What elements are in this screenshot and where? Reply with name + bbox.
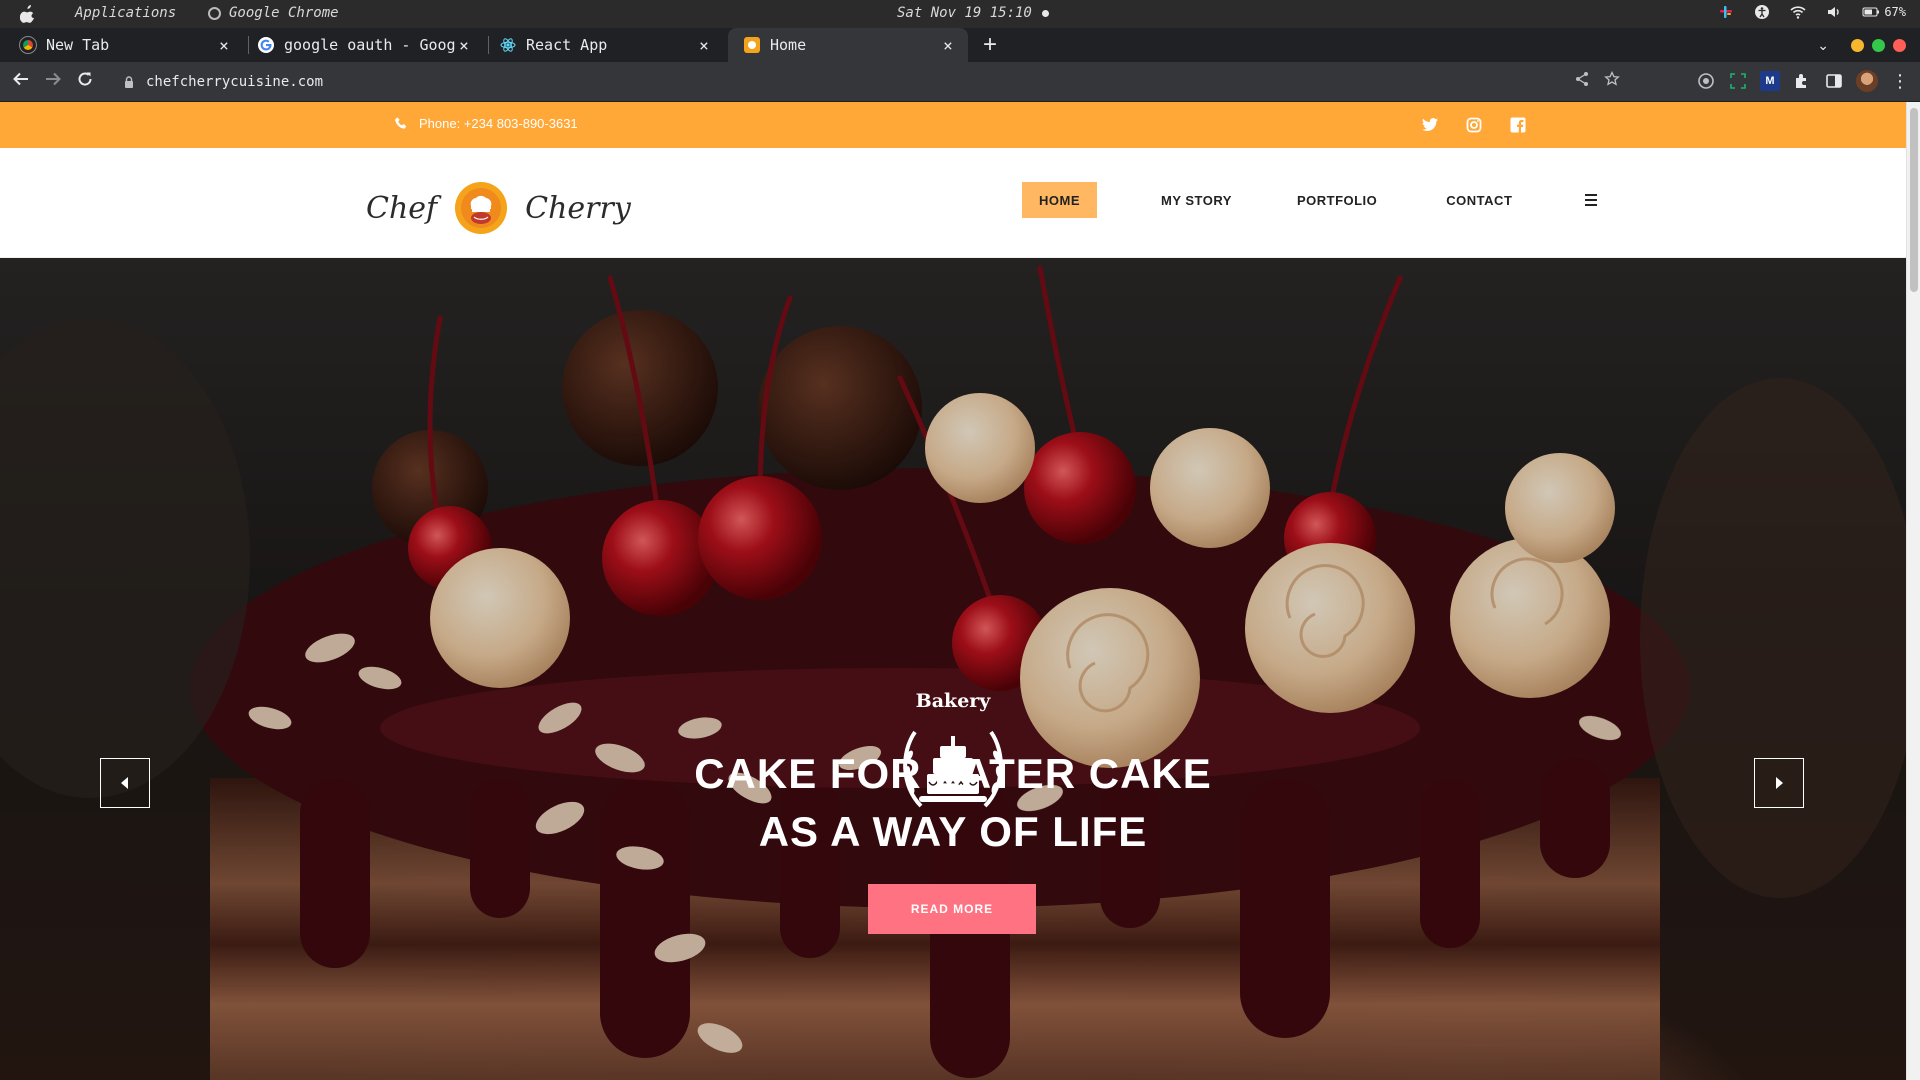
new-tab-button[interactable]: +: [976, 31, 1004, 59]
close-tab-icon[interactable]: ×: [696, 36, 712, 55]
social-links: [1420, 115, 1528, 135]
forward-arrow-icon: [46, 72, 61, 86]
scrollbar-thumb[interactable]: [1910, 108, 1918, 292]
page-scrollbar[interactable]: [1906, 102, 1920, 1080]
maximize-button[interactable]: [1872, 39, 1885, 52]
hamburger-menu-icon[interactable]: [1585, 192, 1605, 208]
twitter-icon: [1422, 118, 1438, 132]
nav-my-story[interactable]: MY STORY: [1144, 182, 1249, 218]
os-menu-bar: Applications Google Chrome Sat Nov 19 15…: [0, 0, 1920, 28]
site-header: Chef Cherry HOME MY STORY PORTFOLIO CONT…: [0, 148, 1906, 258]
close-tab-icon[interactable]: ×: [940, 36, 956, 55]
profile-avatar[interactable]: [1856, 70, 1878, 92]
tab-title: New Tab: [46, 36, 110, 54]
logo-text-right: Cherry: [525, 190, 631, 226]
forward-button[interactable]: [41, 70, 65, 94]
target-extension-icon[interactable]: [1696, 71, 1716, 91]
nav-portfolio[interactable]: PORTFOLIO: [1280, 182, 1394, 218]
active-app-menu[interactable]: Google Chrome: [208, 5, 339, 21]
reload-icon: [78, 72, 92, 86]
instagram-icon: [1466, 117, 1482, 133]
slack-icon[interactable]: [1718, 4, 1734, 20]
phone-info[interactable]: Phone: +234 803-890-3631: [394, 116, 578, 131]
google-icon: [258, 37, 274, 53]
back-arrow-icon: [13, 72, 28, 86]
volume-icon[interactable]: [1826, 4, 1842, 20]
hero-slider: Bakery CAKE FOR LATER CAKE AS A WAY OF L…: [0, 258, 1906, 1080]
lock-icon[interactable]: [122, 75, 136, 89]
window-controls: ⌄: [1817, 37, 1906, 54]
tab-title: React App: [526, 36, 608, 54]
tab-home[interactable]: Home ×: [728, 28, 968, 62]
m-extension-icon[interactable]: M: [1760, 71, 1780, 91]
phone-icon: [394, 117, 407, 129]
toolbar: chefcherrycuisine.com M ⋮: [0, 62, 1920, 102]
clock-text: Sat Nov 19 15:10: [897, 5, 1032, 21]
chrome-menu-icon[interactable]: ⋮: [1890, 71, 1910, 91]
applications-menu[interactable]: Applications: [75, 5, 176, 21]
address-bar[interactable]: chefcherrycuisine.com: [110, 67, 1620, 97]
tab-title: Home: [770, 36, 807, 54]
site-logo[interactable]: Chef Cherry: [366, 182, 631, 234]
caret-left-icon: [121, 777, 128, 789]
close-tab-icon[interactable]: ×: [216, 36, 232, 55]
screen-capture-extension-icon[interactable]: [1728, 71, 1748, 91]
close-tab-icon[interactable]: ×: [456, 36, 472, 55]
logo-text-left: Chef: [366, 190, 438, 226]
tab-search-icon[interactable]: ⌄: [1817, 37, 1829, 54]
tab-title: google oauth - Goog: [284, 36, 456, 54]
react-atom-icon: [500, 38, 516, 52]
contact-topbar: Phone: +234 803-890-3631: [0, 102, 1906, 148]
minimize-button[interactable]: [1851, 39, 1864, 52]
twitter-link[interactable]: [1420, 115, 1440, 135]
google-g-icon: [260, 39, 272, 51]
react-icon: [500, 37, 516, 53]
page-viewport: Phone: +234 803-890-3631 Chef Cherry HOM…: [0, 102, 1920, 1080]
read-more-button[interactable]: READ MORE: [868, 884, 1036, 934]
nav-home[interactable]: HOME: [1022, 182, 1097, 218]
slider-prev-button[interactable]: [100, 758, 150, 808]
chef-hat-icon: [461, 188, 502, 228]
slider-next-button[interactable]: [1754, 758, 1804, 808]
battery-indicator[interactable]: 67%: [1862, 4, 1906, 20]
tab-new-tab[interactable]: New Tab ×: [4, 28, 244, 62]
phone-text: Phone: +234 803-890-3631: [419, 116, 578, 131]
extensions-puzzle-icon[interactable]: [1792, 71, 1812, 91]
clock[interactable]: Sat Nov 19 15:10: [897, 5, 1049, 21]
site-favicon-icon: [744, 37, 760, 53]
hero-overlay: [0, 258, 1906, 1080]
side-panel-icon[interactable]: [1824, 71, 1844, 91]
active-app-label: Google Chrome: [229, 5, 339, 21]
tab-react-app[interactable]: React App ×: [484, 28, 724, 62]
share-icon[interactable]: [1574, 71, 1590, 87]
tab-google-oauth[interactable]: google oauth - Goog ×: [244, 28, 484, 62]
nav-contact[interactable]: CONTACT: [1429, 182, 1529, 218]
facebook-icon: [1510, 117, 1526, 133]
wifi-icon[interactable]: [1790, 4, 1806, 20]
bookmark-star-icon[interactable]: [1604, 71, 1620, 87]
system-tray: 67%: [1718, 4, 1906, 20]
accessibility-icon[interactable]: [1754, 4, 1770, 20]
hero-headline-line2: AS A WAY OF LIFE: [758, 808, 1148, 855]
caret-right-icon: [1776, 777, 1783, 789]
chef-logo-icon: [455, 182, 508, 234]
battery-icon: [1862, 7, 1880, 17]
extensions-area: M ⋮: [1696, 70, 1910, 92]
hero-headline-line1: CAKE FOR LATER CAKE: [694, 750, 1212, 797]
chrome-icon: [208, 6, 221, 20]
instagram-link[interactable]: [1464, 115, 1484, 135]
apple-icon[interactable]: [20, 5, 36, 23]
emblem-text: Bakery: [915, 690, 991, 712]
back-button[interactable]: [9, 70, 33, 94]
tab-strip: New Tab × google oauth - Goog × React Ap…: [0, 28, 1920, 62]
battery-percent: 67%: [1884, 5, 1906, 19]
chrome-icon: [19, 36, 37, 54]
facebook-link[interactable]: [1508, 115, 1528, 135]
reload-button[interactable]: [73, 70, 97, 94]
notification-dot-icon: [1041, 9, 1049, 17]
close-window-button[interactable]: [1893, 39, 1906, 52]
main-nav: HOME MY STORY PORTFOLIO CONTACT: [1022, 182, 1605, 218]
omnibox-actions: [1574, 71, 1620, 87]
url-text: chefcherrycuisine.com: [146, 74, 324, 90]
